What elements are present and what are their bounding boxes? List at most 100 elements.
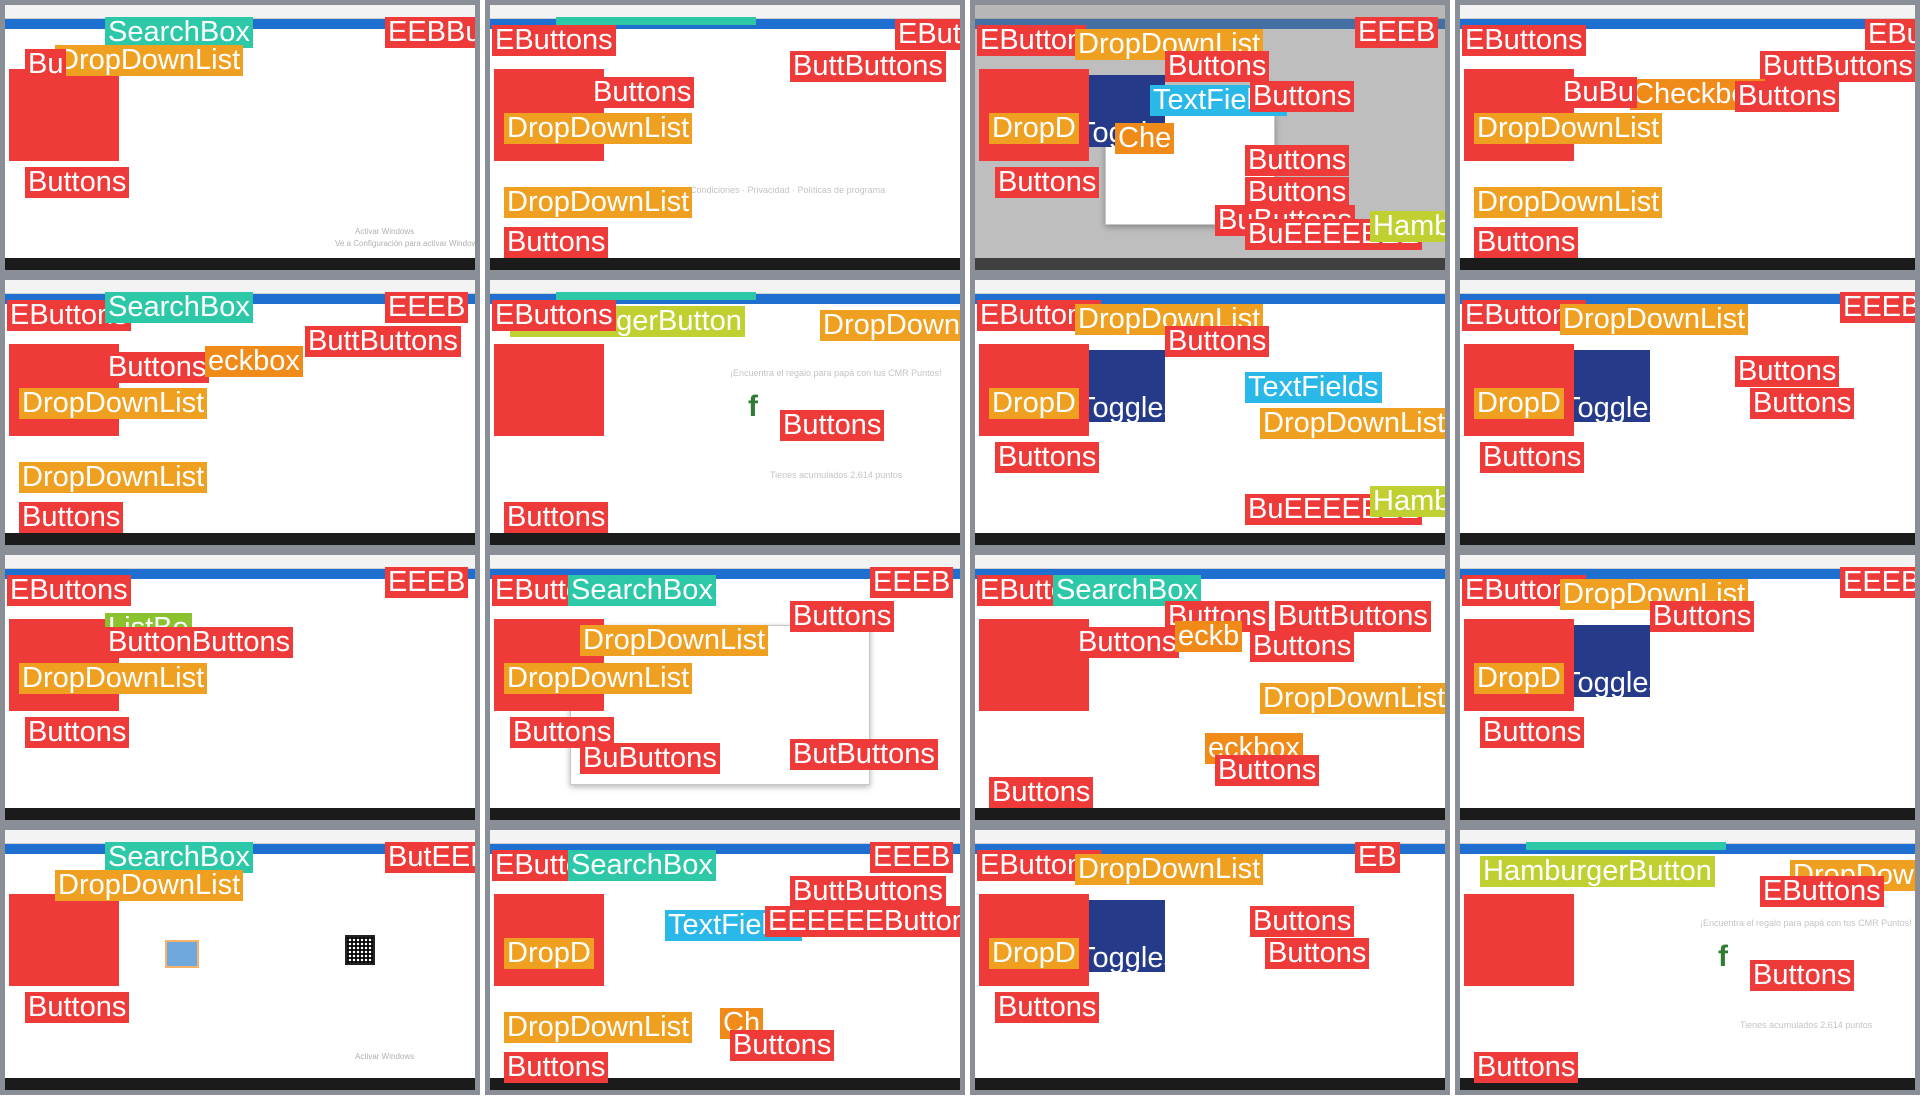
annotation-label-buttons: Buttons	[1075, 627, 1180, 658]
windows-taskbar	[490, 258, 960, 270]
annotation-label-dropdownlist: DropDownList	[1560, 304, 1749, 335]
annotation-label-searchbox: SearchBox	[568, 850, 716, 881]
annotation-label-buttons: Bu	[25, 49, 67, 80]
annotation-label-dropdownlist: DropDownList	[504, 113, 693, 144]
annotation-label-dropdownlist: DropDownList	[1260, 683, 1445, 714]
annotation-label-buttons: Buttons	[1650, 601, 1755, 632]
windows-taskbar	[5, 808, 475, 820]
screenshot-tile: EButtons SearchBox Buttons DropDownList Drop…	[485, 550, 965, 825]
annotation-label-buttons: EEEB	[1355, 17, 1439, 48]
annotation-label-buttons: BuBu	[1560, 77, 1637, 108]
annotation-label-hamburgerbutton: HamburgerButton	[1370, 486, 1445, 517]
annotation-block-buttons	[9, 69, 119, 161]
screenshot-tile: EButtons DropDownList Buttons Toggles TextFi…	[970, 275, 1450, 550]
annotation-label-dropdownlist: DropDownList	[1474, 187, 1663, 218]
screenshot-tile: EButtonsButtButtonsEButtCheckboxButtonsD…	[1455, 0, 1920, 275]
annotation-label-dropdownlist: DropDownList	[580, 625, 769, 656]
annotation-label-dropdownlist: DropDownL	[820, 310, 960, 341]
screenshot-tile: Condiciones · Privacidad · Políticas de …	[485, 0, 965, 275]
screenshot-tile: Activar Windows SearchBox DropDownList ButE…	[0, 825, 480, 1095]
background-text: Tienes acumulados 2.614 puntos	[1740, 1020, 1873, 1030]
screenshot-tile: EButtonsListBoButtonButtonsDropDownListB…	[0, 550, 480, 825]
screenshot-tile: Activar Windows Ve a Configuración para a…	[0, 0, 480, 275]
annotation-label-buttons: Buttons	[25, 717, 130, 748]
annotation-block-buttons	[9, 894, 119, 986]
screenshot-tile: EButtons SearchBox ButtButtons TextFields EE…	[485, 825, 965, 1095]
windows-taskbar	[5, 1078, 475, 1090]
annotation-block-buttons	[1464, 894, 1574, 986]
annotation-label-buttons: ButtonButtons	[105, 627, 294, 658]
annotation-label-buttons: Buttons	[1480, 442, 1585, 473]
annotation-label-buttons: Buttons	[504, 227, 609, 258]
annotation-label-buttons: Buttons	[995, 992, 1100, 1023]
annotation-label-buttons: BuButtons	[580, 743, 720, 774]
annotation-label-checkbox: Che	[1115, 123, 1175, 154]
annotation-label-buttons: ButButtons	[790, 739, 938, 770]
background-text: Tienes acumulados 2.614 puntos	[770, 470, 903, 480]
annotation-label-buttons: EButto	[895, 19, 960, 50]
annotation-label-buttons: Buttons	[1215, 755, 1320, 786]
annotation-label-buttons: Buttons	[504, 1052, 609, 1083]
annotation-label-buttons: EEEB	[870, 567, 954, 598]
annotation-label-buttons: Buttons	[989, 777, 1094, 808]
annotation-label-buttons: Buttons	[25, 992, 130, 1023]
annotation-label-buttons: ButtButtons	[790, 876, 946, 907]
annotation-label-dropdownlist: DropD	[1474, 388, 1564, 419]
annotation-label-buttons: ButtButtons	[790, 51, 946, 82]
annotation-label-buttons: EB	[1355, 842, 1400, 873]
annotation-label-dropdownlist: DropDownList	[504, 187, 693, 218]
annotation-label-buttons: ButEEBButt	[385, 842, 475, 873]
annotation-label-buttons: EButton	[977, 25, 1087, 56]
windows-taskbar	[975, 808, 1445, 820]
annotation-label-buttons: Buttons	[1165, 51, 1270, 82]
annotation-label-dropdownlist: DropDownList	[19, 388, 208, 419]
annotation-label-dropdownlist: DropD	[989, 113, 1079, 144]
brand-logo-icon: f	[748, 390, 758, 423]
screenshot-tile: EButtons SearchBox ButtButtons Buttons Butto…	[970, 550, 1450, 825]
annotation-label-hamburgerbutton: HamburgerButton	[1480, 856, 1715, 887]
window-titlebar	[975, 280, 1445, 294]
windows-taskbar	[975, 1078, 1445, 1090]
windows-taskbar	[5, 533, 475, 545]
annotation-label-dropdownlist: DropDownList	[504, 1012, 693, 1043]
annotation-label-buttons: Buttons	[19, 502, 124, 533]
annotation-label-buttons: Buttons	[1250, 81, 1355, 112]
annotation-label-buttons: Buttons	[1250, 631, 1355, 662]
annotation-label-dropdownlist: DropDownList	[1260, 408, 1445, 439]
annotation-label-buttons: Buttons	[1265, 938, 1370, 969]
annotation-label-buttons: EEEB	[385, 567, 469, 598]
annotation-label-buttons: EEEEEEButtons	[765, 906, 960, 937]
windows-taskbar	[1460, 258, 1915, 270]
screenshot-tile: EButtons SearchBox Buttons eckbox ButtButton…	[0, 275, 480, 550]
screenshot-tile: EButtonDropDownListButtonsTogglesTextFie…	[970, 0, 1450, 275]
annotation-label-buttons: Buttons	[1480, 717, 1585, 748]
annotation-block-buttons	[494, 344, 604, 436]
background-text: Activar Windows	[355, 1052, 415, 1061]
annotation-label-buttons: Buttons	[25, 167, 130, 198]
annotation-label-buttons: EEEB	[385, 292, 469, 323]
annotation-label-buttons: Buttons	[995, 442, 1100, 473]
annotation-label-dropdownlist: DropD	[989, 938, 1079, 969]
screenshot-tile: f ¡Encuentra el regalo para papá con tus …	[1455, 825, 1920, 1095]
background-text: Activar Windows	[355, 227, 415, 236]
annotation-label-buttons: Buttons	[504, 502, 609, 533]
background-text: ¡Encuentra el regalo para papá con tus C…	[1700, 918, 1912, 928]
annotation-label-buttons: Buttons	[1250, 906, 1355, 937]
annotation-label-dropdownlist: DropD	[1474, 663, 1564, 694]
annotation-label-buttons: Buttons	[1474, 1052, 1579, 1083]
screenshot-tile: f ¡Encuentra el regalo para papá con tus …	[485, 275, 965, 550]
windows-taskbar	[490, 808, 960, 820]
annotation-label-buttons: Buttons	[1750, 388, 1855, 419]
annotation-label-buttons: EButtons	[492, 300, 616, 331]
brand-logo-icon: f	[1718, 940, 1728, 973]
screenshot-tile: EButtons DropDownList Toggles Buttons Button…	[1455, 275, 1920, 550]
background-text: Condiciones · Privacidad · Políticas de …	[690, 185, 886, 195]
annotation-label-dropdownlist: DropDownList	[1075, 854, 1264, 885]
annotation-label-buttons: Buttons	[780, 410, 885, 441]
annotation-label-buttons: EEBButt	[385, 17, 475, 48]
qr-code-icon	[345, 935, 375, 965]
annotation-grid: Activar Windows Ve a Configuración para a…	[0, 0, 1920, 1100]
screenshot-tile: EButtons DropDownList Buttons Toggles DropD B…	[1455, 550, 1920, 825]
annotation-label-buttons: EEEB	[870, 842, 954, 873]
annotation-label-buttons: ButtButtons	[305, 326, 461, 357]
